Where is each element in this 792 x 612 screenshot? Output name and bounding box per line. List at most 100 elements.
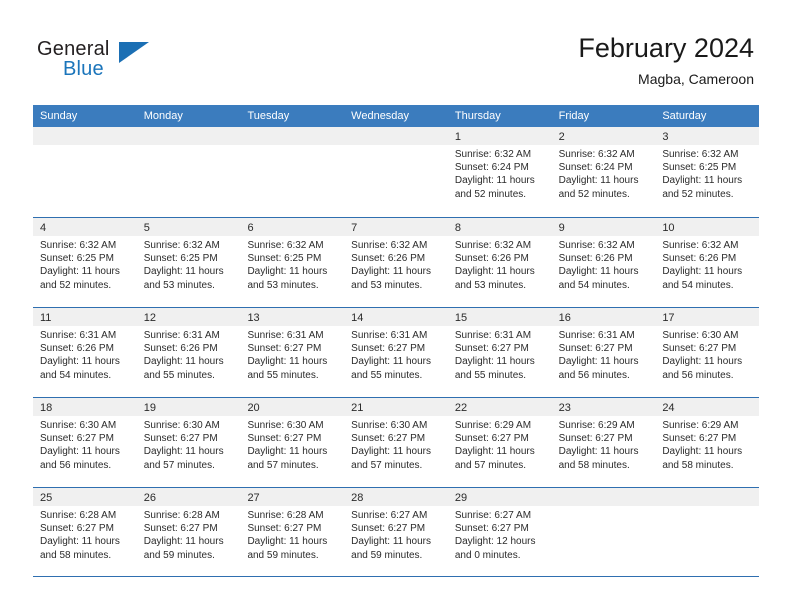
day-detail-line: Daylight: 11 hours — [40, 536, 120, 548]
day-number: 18 — [40, 402, 53, 414]
day-cell-16[interactable]: 16 Sunrise: 6:31 AM Sunset: 6:27 PM Dayligh… — [551, 308, 656, 397]
day-details — [137, 145, 241, 148]
day-detail-line: Sunset: 6:26 PM — [351, 253, 426, 265]
day-number-header: 7 — [344, 218, 448, 236]
day-detail-line: and 59 minutes. — [351, 549, 423, 561]
day-number-header: 14 — [344, 308, 448, 326]
day-cell-26[interactable]: 26 Sunrise: 6:28 AM Sunset: 6:27 PM Dayligh… — [136, 488, 241, 576]
day-cell-12[interactable]: 12 Sunrise: 6:31 AM Sunset: 6:26 PM Dayligh… — [136, 308, 241, 397]
day-detail-line: Sunset: 6:24 PM — [558, 162, 633, 174]
day-detail-line: Sunrise: 6:32 AM — [40, 240, 117, 251]
day-cell-21[interactable]: 21 Sunrise: 6:30 AM Sunset: 6:27 PM Dayligh… — [344, 398, 448, 487]
day-number: 10 — [662, 222, 675, 234]
day-number: 3 — [662, 131, 669, 143]
day-cell-13[interactable]: 13 Sunrise: 6:31 AM Sunset: 6:27 PM Dayligh… — [240, 308, 345, 397]
day-number-header: 29 — [447, 488, 552, 506]
day-cell-5[interactable]: 5 Sunrise: 6:32 AM Sunset: 6:25 PM Daylight… — [136, 218, 241, 307]
day-detail-line: and 0 minutes. — [454, 549, 521, 561]
day-cell-29[interactable]: 29 Sunrise: 6:27 AM Sunset: 6:27 PM Dayligh… — [447, 488, 552, 576]
day-cell-2[interactable]: 2 Sunrise: 6:32 AM Sunset: 6:24 PM Daylight… — [551, 127, 656, 217]
weekday-header-wednesday: Wednesday — [351, 110, 410, 122]
day-detail-line: Sunset: 6:26 PM — [662, 253, 737, 265]
day-detail-line: and 54 minutes. — [40, 369, 112, 381]
day-detail-line: and 59 minutes. — [143, 549, 215, 561]
day-cell-28[interactable]: 28 Sunrise: 6:27 AM Sunset: 6:27 PM Dayligh… — [344, 488, 448, 576]
day-detail-line: Sunrise: 6:28 AM — [143, 510, 220, 521]
day-number-header: 9 — [551, 218, 656, 236]
day-cell-15[interactable]: 15 Sunrise: 6:31 AM Sunset: 6:27 PM Dayligh… — [447, 308, 552, 397]
day-detail-line: Daylight: 11 hours — [558, 356, 639, 368]
day-cell-17[interactable]: 17 Sunrise: 6:30 AM Sunset: 6:27 PM Dayligh… — [655, 308, 760, 397]
day-cell-11[interactable]: 11 Sunrise: 6:31 AM Sunset: 6:26 PM Dayligh… — [33, 308, 137, 397]
day-detail-line: and 56 minutes. — [558, 369, 630, 381]
day-number-header — [344, 127, 448, 145]
day-number: 17 — [662, 312, 675, 324]
day-detail-line: Sunset: 6:27 PM — [662, 433, 737, 445]
day-number-header — [551, 488, 656, 506]
day-detail-line: Sunset: 6:27 PM — [40, 523, 114, 535]
day-cell-24[interactable]: 24 Sunrise: 6:29 AM Sunset: 6:27 PM Dayligh… — [655, 398, 760, 487]
day-details: Sunrise: 6:29 AM Sunset: 6:27 PM Daylight:… — [655, 416, 759, 472]
day-number-header: 6 — [240, 218, 345, 236]
day-cell-1[interactable]: 1 Sunrise: 6:32 AM Sunset: 6:24 PM Daylight… — [447, 127, 552, 217]
day-detail-line: and 56 minutes. — [40, 459, 112, 471]
day-number-header: 23 — [551, 398, 656, 416]
day-number: 24 — [662, 402, 675, 414]
day-detail-line: Sunrise: 6:29 AM — [454, 420, 532, 431]
day-detail-line: Sunset: 6:27 PM — [143, 433, 218, 445]
logo-triangle-icon — [119, 42, 149, 63]
day-number-header: 4 — [33, 218, 137, 236]
day-cell-25[interactable]: 25 Sunrise: 6:28 AM Sunset: 6:27 PM Dayligh… — [33, 488, 137, 576]
day-cell-27[interactable]: 27 Sunrise: 6:28 AM Sunset: 6:27 PM Dayligh… — [240, 488, 345, 576]
day-cell-empty — [655, 488, 760, 576]
day-cell-7[interactable]: 7 Sunrise: 6:32 AM Sunset: 6:26 PM Daylight… — [344, 218, 448, 307]
day-detail-line: Sunrise: 6:32 AM — [662, 240, 739, 251]
day-detail-line: Sunrise: 6:30 AM — [40, 420, 117, 431]
day-cell-22[interactable]: 22 Sunrise: 6:29 AM Sunset: 6:27 PM Dayligh… — [447, 398, 552, 487]
day-details: Sunrise: 6:32 AM Sunset: 6:26 PM Daylight:… — [552, 236, 656, 292]
day-detail-line: Sunset: 6:27 PM — [351, 433, 426, 445]
day-cell-14[interactable]: 14 Sunrise: 6:31 AM Sunset: 6:27 PM Dayligh… — [344, 308, 448, 397]
day-detail-line: Daylight: 11 hours — [247, 266, 328, 278]
day-detail-line: Sunset: 6:25 PM — [662, 162, 737, 174]
day-number-header — [655, 488, 760, 506]
day-details: Sunrise: 6:31 AM Sunset: 6:27 PM Daylight:… — [448, 326, 552, 382]
day-cell-8[interactable]: 8 Sunrise: 6:32 AM Sunset: 6:26 PM Daylight… — [447, 218, 552, 307]
day-number-header: 24 — [655, 398, 760, 416]
day-detail-line: Sunset: 6:25 PM — [143, 253, 218, 265]
day-detail-line: and 57 minutes. — [454, 459, 527, 471]
day-detail-line: Sunrise: 6:30 AM — [247, 420, 324, 431]
day-detail-line: and 58 minutes. — [558, 459, 630, 471]
day-number: 28 — [351, 492, 364, 504]
day-cell-23[interactable]: 23 Sunrise: 6:29 AM Sunset: 6:27 PM Dayligh… — [551, 398, 656, 487]
day-detail-line: Sunrise: 6:31 AM — [143, 330, 220, 341]
day-cell-10[interactable]: 10 Sunrise: 6:32 AM Sunset: 6:26 PM Dayligh… — [655, 218, 760, 307]
day-number-header: 3 — [655, 127, 760, 145]
day-details: Sunrise: 6:28 AM Sunset: 6:27 PM Daylight:… — [137, 506, 241, 562]
day-cell-19[interactable]: 19 Sunrise: 6:30 AM Sunset: 6:27 PM Dayligh… — [136, 398, 241, 487]
day-cell-3[interactable]: 3 Sunrise: 6:32 AM Sunset: 6:25 PM Daylight… — [655, 127, 760, 217]
day-detail-line: Sunset: 6:25 PM — [247, 253, 322, 265]
day-detail-line: Sunset: 6:27 PM — [351, 343, 426, 355]
day-detail-line: Daylight: 11 hours — [662, 356, 743, 368]
day-cell-9[interactable]: 9 Sunrise: 6:32 AM Sunset: 6:26 PM Daylight… — [551, 218, 656, 307]
day-detail-line: Sunrise: 6:32 AM — [247, 240, 324, 251]
day-detail-line: Sunset: 6:27 PM — [143, 523, 218, 535]
day-detail-line: Daylight: 11 hours — [454, 175, 535, 187]
day-details: Sunrise: 6:32 AM Sunset: 6:26 PM Daylight:… — [655, 236, 759, 292]
day-detail-line: Daylight: 11 hours — [143, 536, 224, 548]
day-detail-line: Sunrise: 6:31 AM — [40, 330, 117, 341]
day-cell-18[interactable]: 18 Sunrise: 6:30 AM Sunset: 6:27 PM Dayligh… — [33, 398, 137, 487]
title-block: February 2024 Magba, Cameroon — [578, 32, 754, 88]
day-cell-20[interactable]: 20 Sunrise: 6:30 AM Sunset: 6:27 PM Dayligh… — [240, 398, 345, 487]
day-cell-4[interactable]: 4 Sunrise: 6:32 AM Sunset: 6:25 PM Daylight… — [33, 218, 137, 307]
day-detail-line: Sunrise: 6:32 AM — [662, 149, 739, 160]
day-detail-line: Sunrise: 6:31 AM — [247, 330, 324, 341]
day-details — [33, 145, 137, 148]
day-number-header: 19 — [136, 398, 241, 416]
day-detail-line: Sunset: 6:26 PM — [558, 253, 633, 265]
day-detail-line: Sunset: 6:26 PM — [454, 253, 529, 265]
general-blue-logo[interactable]: General Blue — [37, 38, 217, 90]
day-detail-line: Sunset: 6:26 PM — [143, 343, 218, 355]
day-cell-6[interactable]: 6 Sunrise: 6:32 AM Sunset: 6:25 PM Daylight… — [240, 218, 345, 307]
